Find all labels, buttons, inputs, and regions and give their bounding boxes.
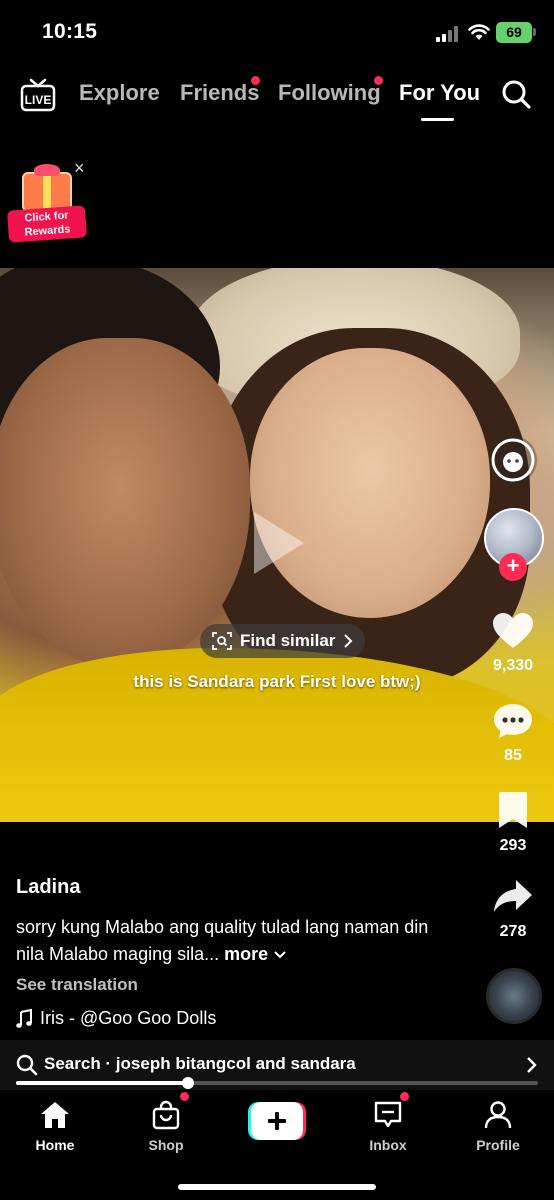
status-time: 10:15	[42, 20, 98, 43]
tab-following[interactable]: Following	[278, 80, 381, 106]
shop-notification-dot	[180, 1092, 189, 1101]
tab-explore[interactable]: Explore	[79, 80, 160, 106]
heart-icon	[493, 613, 533, 648]
gift-bow	[34, 164, 60, 176]
profile-icon	[484, 1101, 512, 1129]
find-similar-label: Find similar	[240, 631, 336, 650]
video-caption: this is Sandara park First love btw;)	[133, 672, 421, 691]
battery-tip	[533, 28, 536, 36]
chevron-right-icon	[344, 634, 353, 648]
description-text: sorry kung Malabo ang quality tulad lang…	[16, 917, 429, 964]
save-button[interactable]: 293	[488, 790, 538, 855]
nav-profile[interactable]: Profile	[458, 1100, 538, 1153]
signal-icon	[436, 26, 458, 42]
chevron-right-icon	[527, 1057, 537, 1073]
following-notification-dot	[374, 76, 383, 85]
post-description[interactable]: sorry kung Malabo ang quality tulad lang…	[16, 914, 436, 968]
rewards-label: Click for Rewards	[6, 205, 88, 243]
status-bar: 10:15 69	[0, 0, 554, 66]
save-count: 293	[499, 837, 527, 854]
music-info[interactable]: Iris - @Goo Goo Dolls	[16, 1008, 216, 1029]
home-icon	[41, 1102, 69, 1128]
comment-button[interactable]: 85	[488, 702, 538, 765]
shopping-bag-icon	[152, 1100, 180, 1130]
bookmark-icon	[499, 792, 527, 828]
video-player[interactable]: Find similar this is Sandara park First …	[0, 268, 554, 822]
video-progress-fill	[16, 1081, 188, 1085]
top-nav: LIVE Explore Friends Following For You	[0, 70, 554, 126]
like-button[interactable]: 9,330	[488, 612, 538, 675]
plus-icon	[248, 1102, 306, 1140]
nav-home[interactable]: Home	[15, 1100, 95, 1153]
video-progress-handle[interactable]	[182, 1077, 194, 1089]
create-button[interactable]	[248, 1102, 306, 1140]
battery-level: 69	[506, 24, 522, 40]
related-search-text: Search · joseph bitangcol and sandara	[44, 1054, 356, 1073]
nav-inbox-label: Inbox	[369, 1137, 407, 1153]
nav-shop-label: Shop	[148, 1137, 184, 1153]
scan-search-icon	[212, 632, 232, 650]
search-icon[interactable]	[500, 78, 532, 110]
battery-indicator: 69	[496, 22, 532, 43]
chevron-down-icon	[274, 951, 286, 959]
wifi-icon	[468, 24, 490, 40]
share-button[interactable]: 278	[488, 878, 538, 941]
music-disc-icon[interactable]	[486, 968, 542, 1024]
svg-text:LIVE: LIVE	[25, 93, 52, 107]
play-icon[interactable]	[248, 508, 308, 578]
live-icon[interactable]: LIVE	[20, 78, 56, 112]
inbox-notification-dot	[400, 1092, 409, 1101]
music-title: Iris - @Goo Goo Dolls	[40, 1008, 217, 1028]
smiley-sticker-icon[interactable]	[489, 436, 537, 484]
nav-profile-label: Profile	[476, 1137, 520, 1153]
author-name[interactable]: Ladina	[16, 876, 80, 899]
nav-home-label: Home	[35, 1137, 75, 1153]
music-note-icon	[16, 1008, 32, 1028]
nav-shop[interactable]: Shop	[126, 1100, 206, 1153]
tab-for-you[interactable]: For You	[399, 80, 480, 106]
follow-button[interactable]: +	[499, 553, 527, 581]
tab-friends[interactable]: Friends	[180, 80, 259, 106]
nav-inbox[interactable]: Inbox	[348, 1100, 428, 1153]
comment-count: 85	[504, 747, 522, 764]
inbox-icon	[374, 1101, 402, 1128]
see-translation-link[interactable]: See translation	[16, 975, 138, 995]
home-indicator	[178, 1184, 376, 1190]
like-count: 9,330	[492, 657, 534, 674]
video-frame-face-left	[0, 338, 250, 668]
share-icon	[494, 880, 532, 912]
active-tab-indicator	[421, 118, 454, 121]
more-link[interactable]: more	[224, 944, 268, 964]
search-icon	[16, 1054, 38, 1076]
friends-notification-dot	[251, 76, 260, 85]
rewards-close-button[interactable]: ×	[74, 158, 85, 179]
comment-icon	[494, 704, 532, 738]
gift-ribbon	[43, 172, 51, 212]
share-count: 278	[499, 923, 527, 940]
find-similar-button[interactable]: Find similar	[200, 624, 366, 658]
